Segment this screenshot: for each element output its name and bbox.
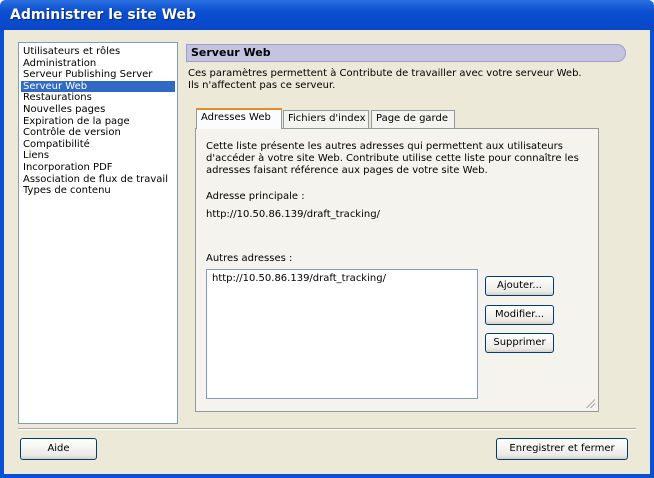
tab-fichiers-index[interactable]: Fichiers d'index <box>283 110 369 128</box>
tab-page-de-garde[interactable]: Page de garde <box>371 110 455 128</box>
section-title: Serveur Web <box>186 44 626 62</box>
help-button[interactable]: Aide <box>20 438 97 460</box>
category-item[interactable]: Nouvelles pages <box>21 104 175 116</box>
primary-address-value: http://10.50.86.139/draft_tracking/ <box>206 209 380 220</box>
primary-address-label: Adresse principale : <box>206 191 305 202</box>
description-line: Ils n'affectent pas ce serveur. <box>188 80 336 91</box>
category-item[interactable]: Liens <box>21 150 175 162</box>
dialog-window: Administrer le site Web Utilisateurs et … <box>0 0 654 478</box>
footer-divider <box>18 428 636 430</box>
title-bar: Administrer le site Web <box>0 0 654 30</box>
delete-button[interactable]: Supprimer <box>485 333 554 353</box>
edit-button[interactable]: Modifier... <box>485 305 554 325</box>
category-item[interactable]: Expiration de la page <box>21 116 175 128</box>
info-line: adresses faisant référence aux pages de … <box>206 165 488 176</box>
tab-panel: Cette liste présente les autres adresses… <box>195 128 599 412</box>
category-item[interactable]: Contrôle de version <box>21 127 175 139</box>
info-line: d'accéder à votre site Web. Contribute u… <box>206 153 579 164</box>
info-text: Cette liste présente les autres adresses… <box>206 141 579 177</box>
save-and-close-button[interactable]: Enregistrer et fermer <box>496 438 628 460</box>
dialog-body: Utilisateurs et rôles Administration Serve… <box>4 30 650 474</box>
category-item[interactable]: Incorporation PDF <box>21 162 175 174</box>
category-item[interactable]: Types de contenu <box>21 185 175 197</box>
category-item[interactable]: Administration <box>21 58 175 70</box>
other-addresses-label: Autres adresses : <box>206 253 293 264</box>
category-item[interactable]: Utilisateurs et rôles <box>21 46 175 58</box>
category-item[interactable]: Serveur Publishing Server <box>21 69 175 81</box>
resize-grip-icon[interactable] <box>585 398 595 408</box>
info-line: Cette liste présente les autres adresses… <box>206 141 563 152</box>
address-item[interactable]: http://10.50.86.139/draft_tracking/ <box>212 273 472 284</box>
tab-adresses-web[interactable]: Adresses Web <box>196 108 282 129</box>
add-button[interactable]: Ajouter... <box>485 276 554 296</box>
category-item[interactable]: Restaurations <box>21 92 175 104</box>
other-addresses-list[interactable]: http://10.50.86.139/draft_tracking/ <box>206 269 478 399</box>
category-list[interactable]: Utilisateurs et rôles Administration Serve… <box>18 42 178 424</box>
category-item[interactable]: Compatibilité <box>21 139 175 151</box>
category-item[interactable]: Association de flux de travail <box>21 174 175 186</box>
category-item[interactable]: Serveur Web <box>21 80 175 93</box>
section-description: Ces paramètres permettent à Contribute d… <box>188 68 628 92</box>
description-line: Ces paramètres permettent à Contribute d… <box>188 68 582 79</box>
